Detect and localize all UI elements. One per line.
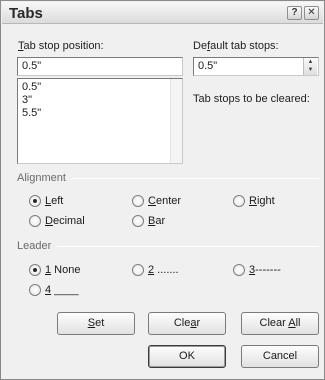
radio-label: 3------- [249,264,281,276]
default-tab-stops-value: 0.5" [198,60,218,72]
spin-up-icon[interactable]: ▲ [304,58,317,66]
close-icon[interactable]: ✕ [304,6,319,20]
tab-stops-to-be-cleared-label: Tab stops to be cleared: [193,93,310,105]
tab-stop-list[interactable]: 0.5" 3" 5.5" [17,78,183,164]
radio-label: Right [249,195,275,207]
radio-dot [29,215,41,227]
radio-dot [132,195,144,207]
tab-stop-position-input[interactable]: 0.5" [17,57,183,76]
leader-separator [57,246,319,247]
clear-all-button[interactable]: Clear All [241,312,319,335]
radio-dot [132,215,144,227]
alignment-separator [71,178,319,179]
title-bar[interactable]: Tabs ? ✕ [2,2,323,24]
cancel-button[interactable]: Cancel [241,345,319,368]
list-item[interactable]: 5.5" [22,107,41,120]
set-button[interactable]: Set [57,312,135,335]
list-item[interactable]: 3" [22,94,32,107]
leader-group-label: Leader [17,240,52,252]
default-tab-stops-label: Default tab stops: [193,40,279,52]
tabs-dialog: Tabs ? ✕ Tab stop position: 0.5" 0.5" 3"… [0,0,325,380]
list-scrollbar[interactable] [170,79,182,163]
radio-label: Left [45,195,64,207]
radio-dot [132,264,144,276]
spin-down-icon[interactable]: ▼ [304,66,317,74]
clear-button[interactable]: Clear [148,312,226,335]
help-icon[interactable]: ? [287,6,302,20]
radio-label: Decimal [45,215,85,227]
radio-dot [233,264,245,276]
dialog-title: Tabs [9,5,43,22]
alignment-group-label: Alignment [17,172,66,184]
spin-buttons[interactable]: ▲ ▼ [303,58,317,75]
list-item[interactable]: 0.5" [22,81,41,94]
radio-dot [29,264,41,276]
radio-label: 4 ____ [45,284,79,296]
radio-label: Center [148,195,182,207]
default-tab-stops-input[interactable]: 0.5" ▲ ▼ [193,57,319,76]
radio-label: 1 None [45,264,81,276]
radio-label: Bar [148,215,166,227]
ok-button[interactable]: OK [148,345,226,368]
tab-stop-position-label: Tab stop position: [18,40,104,52]
radio-label: 2 ....... [148,264,179,276]
radio-dot [29,195,41,207]
radio-dot [233,195,245,207]
radio-dot [29,284,41,296]
